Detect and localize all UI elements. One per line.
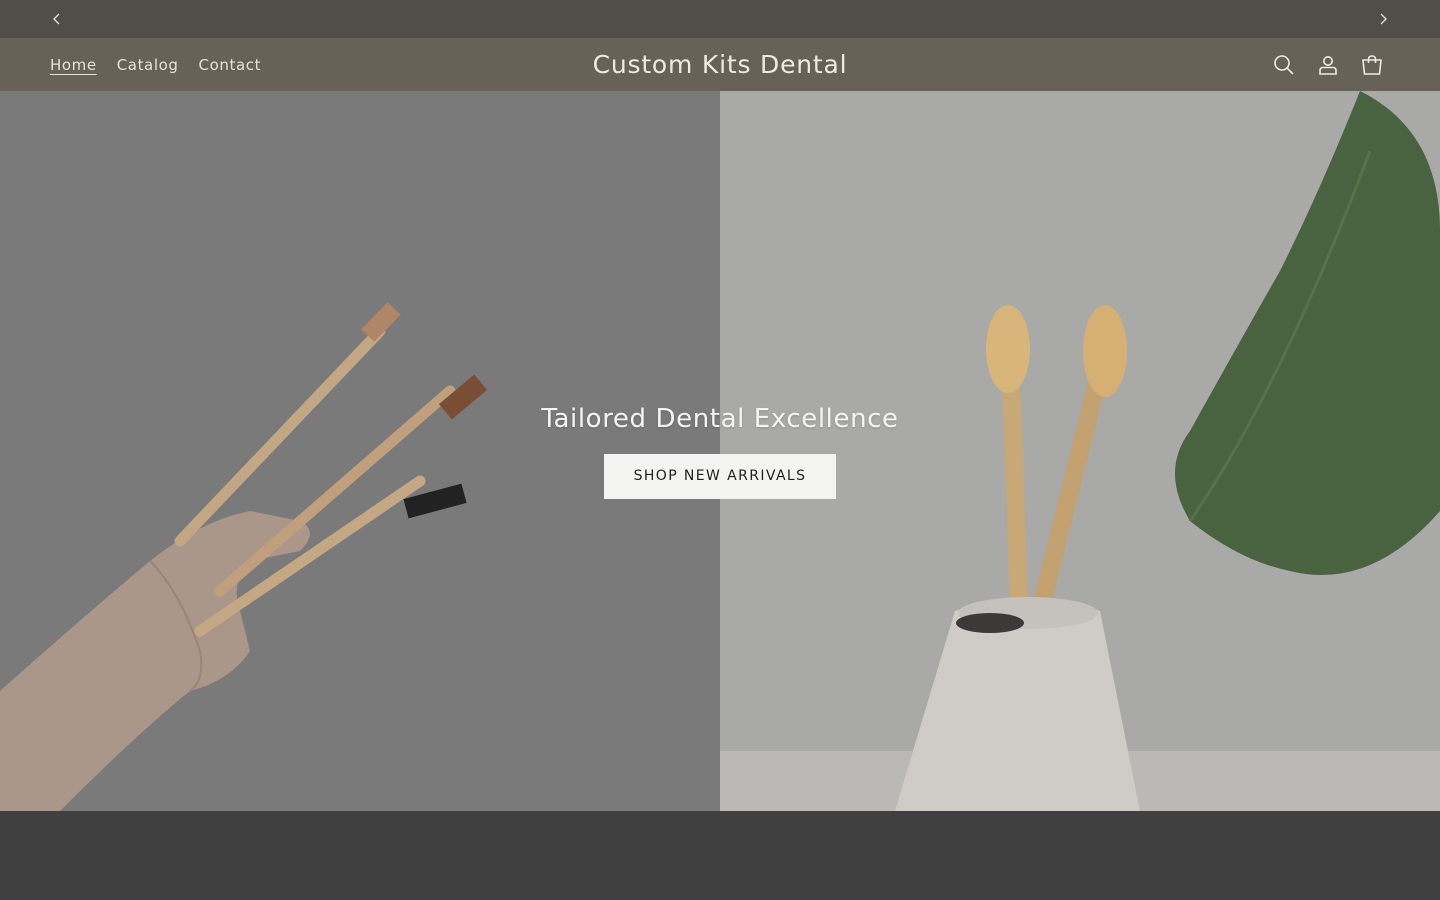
announcement-bar: [0, 0, 1440, 38]
chevron-left-icon: [53, 13, 60, 25]
shop-new-arrivals-button[interactable]: SHOP NEW ARRIVALS: [603, 453, 837, 499]
search-icon: [1274, 54, 1294, 75]
site-logo[interactable]: Custom Kits Dental: [593, 50, 848, 79]
hero-banner: Tailored Dental Excellence SHOP NEW ARRI…: [0, 91, 1440, 811]
account-button[interactable]: [1306, 43, 1350, 87]
main-nav: Home Catalog Contact: [40, 38, 271, 91]
next-section: [0, 811, 1440, 900]
chevron-right-icon: [1380, 13, 1387, 25]
nav-catalog[interactable]: Catalog: [107, 56, 189, 74]
cart-button[interactable]: [1350, 43, 1394, 87]
hero-title: Tailored Dental Excellence: [541, 403, 899, 434]
account-icon: [1319, 55, 1337, 75]
nav-home[interactable]: Home: [40, 56, 107, 74]
announcement-prev-button[interactable]: [45, 7, 69, 31]
announcement-next-button[interactable]: [1371, 7, 1395, 31]
hero-content: Tailored Dental Excellence SHOP NEW ARRI…: [0, 91, 1440, 811]
nav-contact[interactable]: Contact: [189, 56, 272, 74]
search-button[interactable]: [1262, 43, 1306, 87]
cart-icon: [1362, 54, 1382, 75]
site-header: Home Catalog Contact Custom Kits Dental: [0, 38, 1440, 91]
header-icons: [1262, 38, 1394, 91]
